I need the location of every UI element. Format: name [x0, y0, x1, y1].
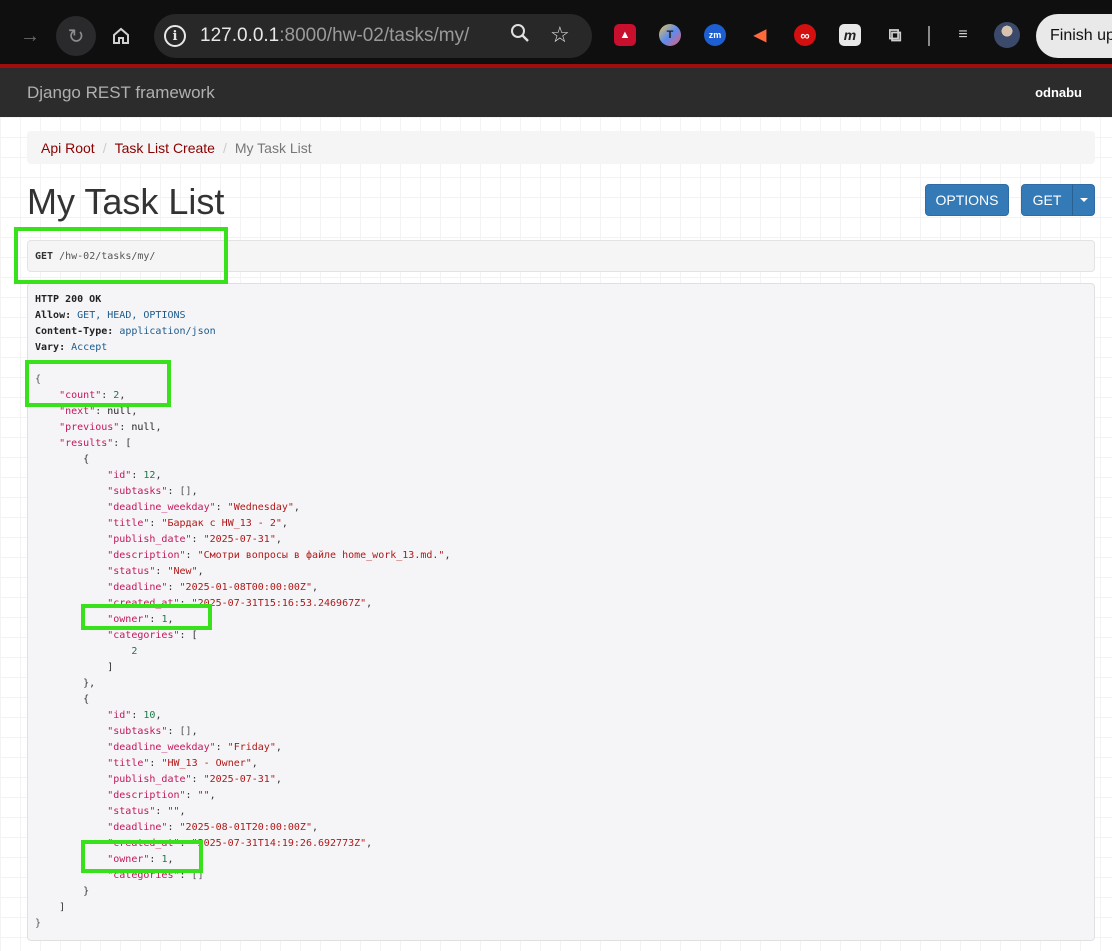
zoom-icon-ext[interactable]: zm [704, 24, 726, 46]
browser-toolbar: → ↻ i 127.0.0.1:8000/hw-02/tasks/my/ ☆ ▲… [0, 0, 1112, 68]
reload-icon[interactable]: ↻ [56, 16, 96, 56]
breadcrumb-current: My Task List [234, 139, 312, 156]
profile-avatar[interactable] [994, 22, 1020, 48]
navbar-brand[interactable]: Django REST framework [27, 83, 215, 103]
forward-arrow-icon[interactable]: → [10, 16, 50, 56]
page-content: Api Root / Task List Create / My Task Li… [0, 117, 1112, 951]
address-bar[interactable]: i 127.0.0.1:8000/hw-02/tasks/my/ ☆ [154, 14, 592, 58]
breadcrumb-task-list-create[interactable]: Task List Create [115, 140, 215, 156]
breadcrumb-divider: / [102, 139, 107, 156]
breadcrumb-api-root[interactable]: Api Root [41, 140, 95, 156]
m-icon[interactable]: m [839, 24, 861, 46]
toolbar-divider [928, 26, 930, 46]
infinity-icon[interactable]: ∞ [794, 24, 816, 46]
bookmark-star-icon[interactable]: ☆ [550, 22, 570, 48]
media-icon[interactable]: ≡ [952, 24, 974, 46]
page-title: My Task List [27, 181, 225, 222]
megaphone-icon[interactable]: ◀ [749, 24, 771, 46]
navbar: Django REST framework odnabu [0, 68, 1112, 117]
zoom-icon[interactable] [510, 23, 530, 51]
tp-icon[interactable]: T [659, 24, 681, 46]
get-button[interactable]: GET [1021, 184, 1073, 216]
site-info-icon[interactable]: i [164, 25, 186, 47]
navbar-user[interactable]: odnabu [1035, 85, 1082, 100]
response-body: HTTP 200 OK Allow: GET, HEAD, OPTIONS Co… [27, 283, 1095, 941]
response-status: HTTP 200 OK [35, 294, 102, 305]
breadcrumb: Api Root / Task List Create / My Task Li… [27, 131, 1095, 164]
home-icon[interactable] [101, 16, 141, 56]
address-url[interactable]: 127.0.0.1:8000/hw-02/tasks/my/ [200, 25, 469, 47]
finish-update-button[interactable]: Finish upd [1036, 14, 1112, 58]
puzzle-icon[interactable]: ⧉ [884, 24, 906, 46]
request-path: /hw-02/tasks/my/ [59, 251, 156, 262]
options-button[interactable]: OPTIONS [925, 184, 1009, 216]
get-format-dropdown[interactable] [1072, 184, 1095, 216]
breadcrumb-divider: / [222, 139, 227, 156]
caret-down-icon [1079, 198, 1088, 202]
request-info: GET /hw-02/tasks/my/ [27, 240, 1095, 272]
mendeley-icon[interactable]: ▲ [614, 24, 636, 46]
